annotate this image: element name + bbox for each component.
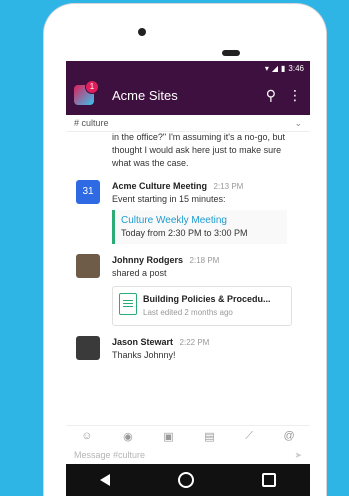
sender-name[interactable]: Johnny Rodgers	[112, 255, 183, 265]
post-card[interactable]: Building Policies & Procedu... Last edit…	[112, 286, 292, 326]
send-icon[interactable]: ➤	[294, 450, 302, 461]
post-meta: Last edited 2 months ago	[143, 308, 233, 317]
notification-badge: 1	[85, 80, 99, 94]
message-composer[interactable]: Message #culture ➤	[66, 446, 310, 464]
speaker	[222, 50, 240, 56]
message-johnny: Johnny Rodgers 2:18 PM shared a post Bui…	[74, 254, 302, 326]
signal-icon: ◢	[271, 63, 279, 73]
back-icon[interactable]	[100, 474, 110, 486]
mention-icon[interactable]: @	[284, 430, 295, 442]
sender-name[interactable]: Jason Stewart	[112, 337, 173, 347]
wifi-icon: ▾	[264, 63, 269, 73]
message-text: Thanks Johnny!	[112, 350, 176, 360]
battery-icon: ▮	[281, 63, 286, 73]
message-text: Event starting in 15 minutes:	[112, 194, 226, 204]
post-title[interactable]: Building Policies & Procedu...	[143, 293, 271, 306]
message-time: 2:13 PM	[213, 182, 244, 191]
slash-icon[interactable]: ⟋	[245, 430, 253, 443]
front-camera	[138, 28, 146, 36]
message-text: shared a post	[112, 268, 167, 278]
home-icon[interactable]	[178, 472, 194, 488]
message-time: 2:18 PM	[189, 256, 220, 265]
search-icon[interactable]: ⚲	[266, 87, 276, 104]
avatar[interactable]	[76, 254, 100, 278]
channel-name: # culture	[74, 118, 109, 128]
message-continuation: in the office?" I'm assuming it's a no-g…	[74, 131, 302, 170]
event-time: Today from 2:30 PM to 3:00 PM	[121, 228, 248, 238]
message-calendar: 31 Acme Culture Meeting 2:13 PM Event st…	[74, 180, 302, 244]
chevron-down-icon[interactable]: ⌄	[294, 118, 302, 129]
sender-name[interactable]: Acme Culture Meeting	[112, 181, 207, 191]
android-nav-bar	[66, 464, 310, 496]
status-time: 3:46	[288, 63, 304, 73]
status-bar: ▾ ◢ ▮ 3:46	[66, 61, 310, 75]
more-vert-icon[interactable]: ⋮	[288, 87, 302, 104]
recents-icon[interactable]	[262, 473, 276, 487]
file-icon[interactable]: ▤	[204, 430, 214, 443]
screen: ▾ ◢ ▮ 3:46 1 Acme Sites ⚲ ⋮ # culture ⌄ …	[66, 61, 310, 496]
emoji-icon[interactable]: ☺	[81, 430, 92, 442]
event-title[interactable]: Culture Weekly Meeting	[121, 214, 281, 227]
avatar[interactable]	[76, 336, 100, 360]
message-text: in the office?" I'm assuming it's a no-g…	[112, 132, 286, 168]
message-list: in the office?" I'm assuming it's a no-g…	[66, 131, 310, 426]
message-jason: Jason Stewart 2:22 PM Thanks Johnny!	[74, 336, 302, 362]
calendar-icon: 31	[76, 180, 100, 204]
document-icon	[119, 293, 137, 315]
app-header: 1 Acme Sites ⚲ ⋮	[66, 75, 310, 115]
event-card[interactable]: Culture Weekly Meeting Today from 2:30 P…	[112, 210, 287, 244]
workspace-title: Acme Sites	[112, 87, 178, 103]
message-input[interactable]: Message #culture	[74, 450, 145, 460]
composer-toolbar: ☺ ◉ ▣ ▤ ⟋ @	[66, 425, 310, 446]
workspace-icon[interactable]: 1	[74, 80, 99, 105]
camera-icon[interactable]: ◉	[123, 430, 133, 443]
gallery-icon[interactable]: ▣	[163, 430, 173, 443]
channel-bar[interactable]: # culture ⌄	[66, 115, 310, 132]
message-time: 2:22 PM	[179, 338, 210, 347]
